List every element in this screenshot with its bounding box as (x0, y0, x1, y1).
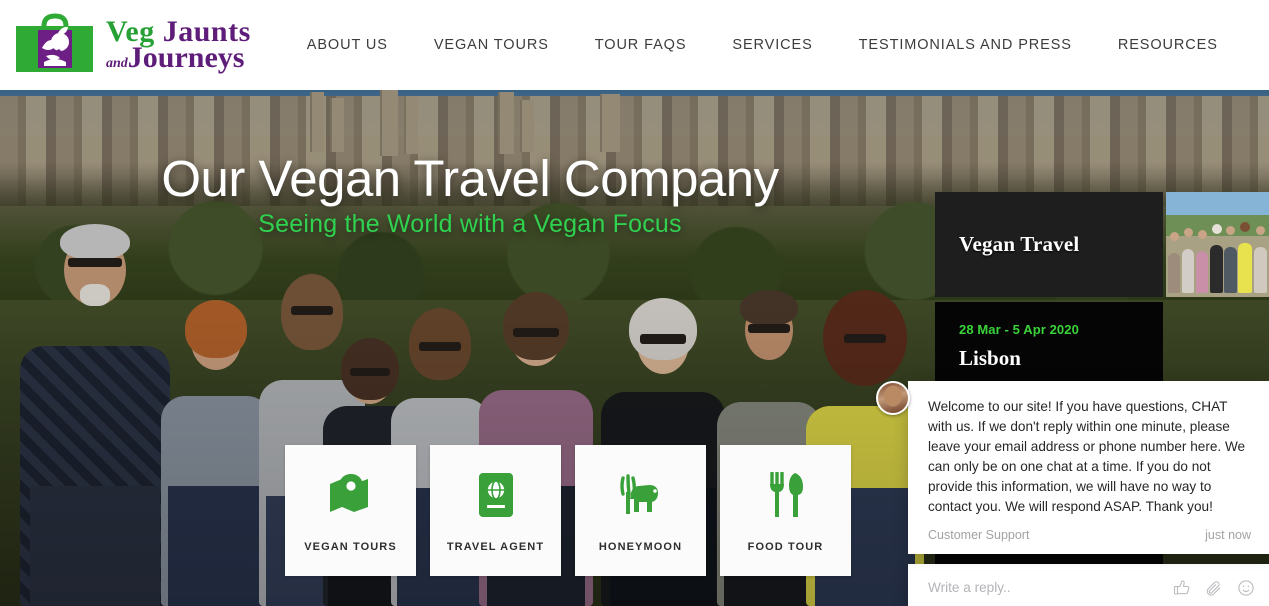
map-pin-icon (323, 469, 379, 521)
nav-item-about-us[interactable]: ABOUT US (307, 31, 388, 59)
page-root: Veg Jaunts andJourneys ABOUT US VEGAN TO… (0, 0, 1269, 606)
fork-knife-icon (758, 469, 814, 521)
suitcase-vegetables-logo-icon (14, 12, 96, 78)
nav-item-vegan-tours[interactable]: VEGAN TOURS (434, 31, 549, 59)
service-card-food-tour[interactable]: FOOD TOUR (720, 445, 851, 576)
service-card-label: HONEYMOON (598, 540, 683, 553)
chat-timestamp: just now (1205, 527, 1251, 542)
main-navigation: ABOUT US VEGAN TOURS TOUR FAQS SERVICES … (307, 31, 1269, 59)
logo-journeys: Journeys (127, 41, 245, 74)
logo-and: and (106, 56, 128, 71)
thumbs-up-icon[interactable] (1173, 579, 1191, 597)
service-card-row: VEGAN TOURS TRAVEL AGENT HONEYMOON FOOD … (285, 445, 851, 576)
rail-tour-date: 28 Mar - 5 Apr 2020 (959, 322, 1079, 337)
service-card-label: FOOD TOUR (747, 540, 824, 553)
nav-item-testimonials[interactable]: TESTIMONIALS AND PRESS (859, 31, 1072, 59)
rail-panel-vegan-travel[interactable]: Vegan Travel (935, 192, 1163, 297)
service-card-label: TRAVEL AGENT (446, 540, 545, 553)
paperclip-icon[interactable] (1205, 579, 1223, 597)
avatar (876, 381, 910, 415)
rail-tour-city: Lisbon (959, 346, 1021, 370)
site-logo[interactable]: Veg Jaunts andJourneys (14, 9, 251, 81)
service-card-honeymoon[interactable]: HONEYMOON (575, 445, 706, 576)
site-header: Veg Jaunts andJourneys ABOUT US VEGAN TO… (0, 0, 1269, 90)
chat-reply-bar (908, 563, 1269, 606)
passport-globe-icon (468, 469, 524, 521)
hero-banner: Our Vegan Travel Company Seeing the Worl… (0, 90, 1269, 606)
rail-thumb-group[interactable] (1166, 192, 1269, 297)
logo-wordmark: Veg Jaunts andJourneys (106, 17, 251, 73)
emoji-icon[interactable] (1237, 579, 1255, 597)
nav-item-services[interactable]: SERVICES (732, 31, 812, 59)
service-card-travel-agent[interactable]: TRAVEL AGENT (430, 445, 561, 576)
service-card-vegan-tours[interactable]: VEGAN TOURS (285, 445, 416, 576)
chat-message-text: Welcome to our site! If you have questio… (928, 399, 1246, 514)
service-card-label: VEGAN TOURS (304, 540, 397, 553)
elephant-palm-icon (613, 469, 669, 521)
chat-reply-input[interactable] (928, 580, 1173, 596)
chat-tool-row (1173, 579, 1255, 597)
chat-sender-name: Customer Support (928, 527, 1030, 542)
chat-widget: Welcome to our site! If you have questio… (876, 381, 1269, 606)
nav-item-tour-faqs[interactable]: TOUR FAQS (595, 31, 687, 59)
chat-message-bubble: Welcome to our site! If you have questio… (908, 381, 1269, 554)
rail-panel-title: Vegan Travel (959, 232, 1080, 256)
nav-item-resources[interactable]: RESOURCES (1118, 31, 1218, 59)
